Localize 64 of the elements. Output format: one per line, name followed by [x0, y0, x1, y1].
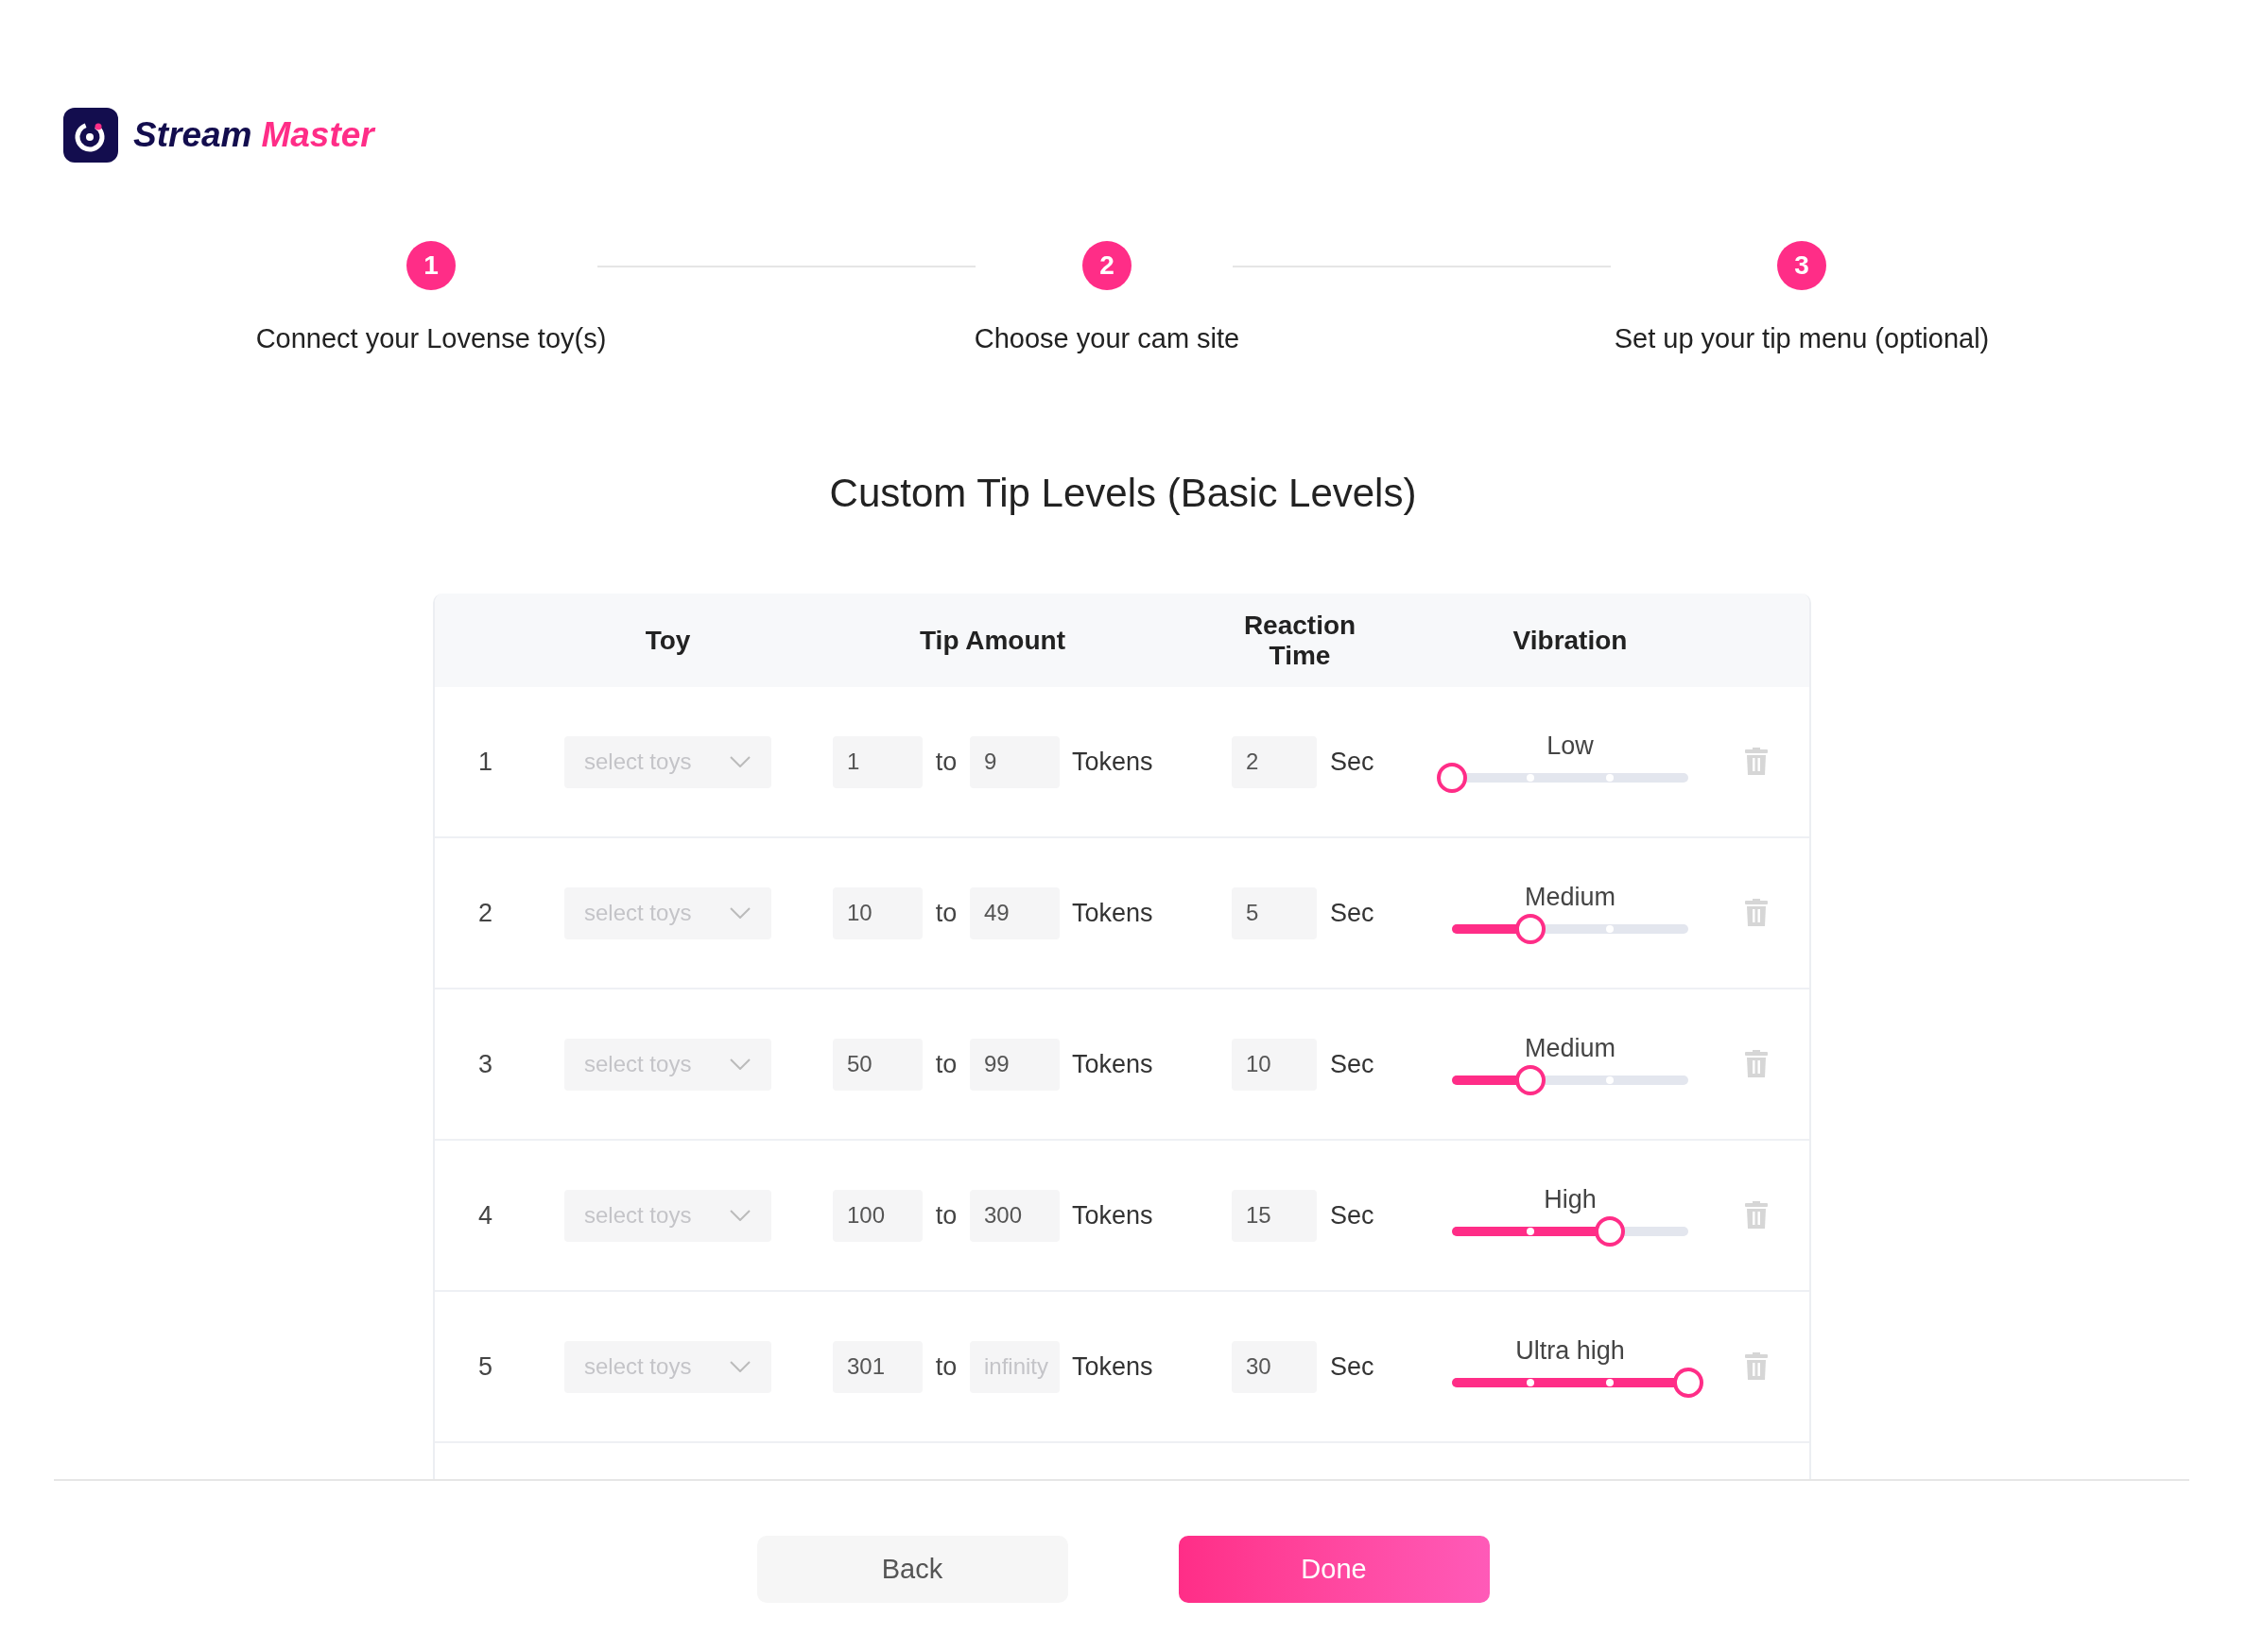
logo-icon: [63, 107, 118, 163]
unit-label: Sec: [1330, 1200, 1374, 1230]
input-field[interactable]: 1: [833, 735, 923, 788]
vibration-level-label: Medium: [1525, 882, 1615, 911]
vibration-level-label: High: [1544, 1184, 1597, 1213]
range-separator: to: [934, 1351, 959, 1383]
input-field[interactable]: 5: [1232, 886, 1317, 939]
input-field[interactable]: 301: [833, 1340, 923, 1393]
vibration-level-label: Low: [1546, 731, 1594, 760]
unit-label: Tokens: [1072, 1049, 1153, 1078]
step-label: Choose your cam site: [974, 322, 1240, 355]
chevron-down-icon: [730, 907, 751, 919]
step-number: 3: [1777, 241, 1826, 290]
slider-thumb[interactable]: [1437, 762, 1467, 793]
brand-name: Stream: [133, 117, 252, 152]
chevron-down-icon: [730, 1361, 751, 1372]
vibration-level-label: Ultra high: [1515, 1335, 1625, 1365]
unit-label: Tokens: [1072, 747, 1153, 776]
slider-thumb[interactable]: [1515, 1064, 1546, 1095]
row-number: 2: [477, 897, 494, 929]
unit-label: Tokens: [1072, 1351, 1153, 1381]
slider-thumb[interactable]: [1515, 913, 1546, 944]
input-field[interactable]: 300: [970, 1189, 1060, 1242]
input-field[interactable]: 10: [833, 886, 923, 939]
unit-label: Sec: [1330, 898, 1374, 927]
input-field[interactable]: 49: [970, 886, 1060, 939]
range-separator: to: [934, 746, 959, 778]
input-field[interactable]: 30: [1232, 1340, 1317, 1393]
input-field[interactable]: 10: [1232, 1038, 1317, 1091]
row-number: 1: [477, 746, 494, 778]
unit-label: Sec: [1330, 747, 1374, 776]
chevron-down-icon: [730, 1058, 751, 1070]
step-number: 1: [406, 241, 456, 290]
step-number: 2: [1082, 241, 1132, 290]
step-label: Set up your tip menu (optional): [1614, 322, 1990, 355]
range-separator: to: [934, 897, 959, 929]
chevron-down-icon: [730, 756, 751, 767]
column-header: Tip Amount: [919, 625, 1066, 656]
unit-label: Tokens: [1072, 1200, 1153, 1230]
step-label: Connect your Lovense toy(s): [255, 322, 607, 355]
input-field[interactable]: 100: [833, 1189, 923, 1242]
row-number: 5: [477, 1351, 494, 1383]
unit-label: Sec: [1330, 1049, 1374, 1078]
slider-thumb[interactable]: [1594, 1215, 1625, 1247]
back-button[interactable]: Back: [756, 1536, 1068, 1603]
range-separator: to: [934, 1048, 959, 1080]
column-header: Vibration: [1512, 625, 1629, 656]
input-field[interactable]: 9: [970, 735, 1060, 788]
row-number: 4: [477, 1199, 494, 1231]
unit-label: Tokens: [1072, 898, 1153, 927]
input-field[interactable]: 50: [833, 1038, 923, 1091]
unit-label: Sec: [1330, 1351, 1374, 1381]
vibration-level-label: Medium: [1525, 1033, 1615, 1062]
input-field[interactable]: 2: [1232, 735, 1317, 788]
row-number: 3: [477, 1048, 494, 1080]
input-field[interactable]: 99: [970, 1038, 1060, 1091]
input-field[interactable]: 15: [1232, 1189, 1317, 1242]
column-header: Toy: [644, 625, 692, 656]
slider-thumb[interactable]: [1673, 1367, 1703, 1398]
column-header: Reaction Time: [1242, 610, 1357, 671]
page-title: Custom Tip Levels (Basic Levels): [829, 471, 1417, 515]
range-separator: to: [934, 1199, 959, 1231]
brand-name: Master: [261, 117, 374, 152]
chevron-down-icon: [730, 1210, 751, 1221]
